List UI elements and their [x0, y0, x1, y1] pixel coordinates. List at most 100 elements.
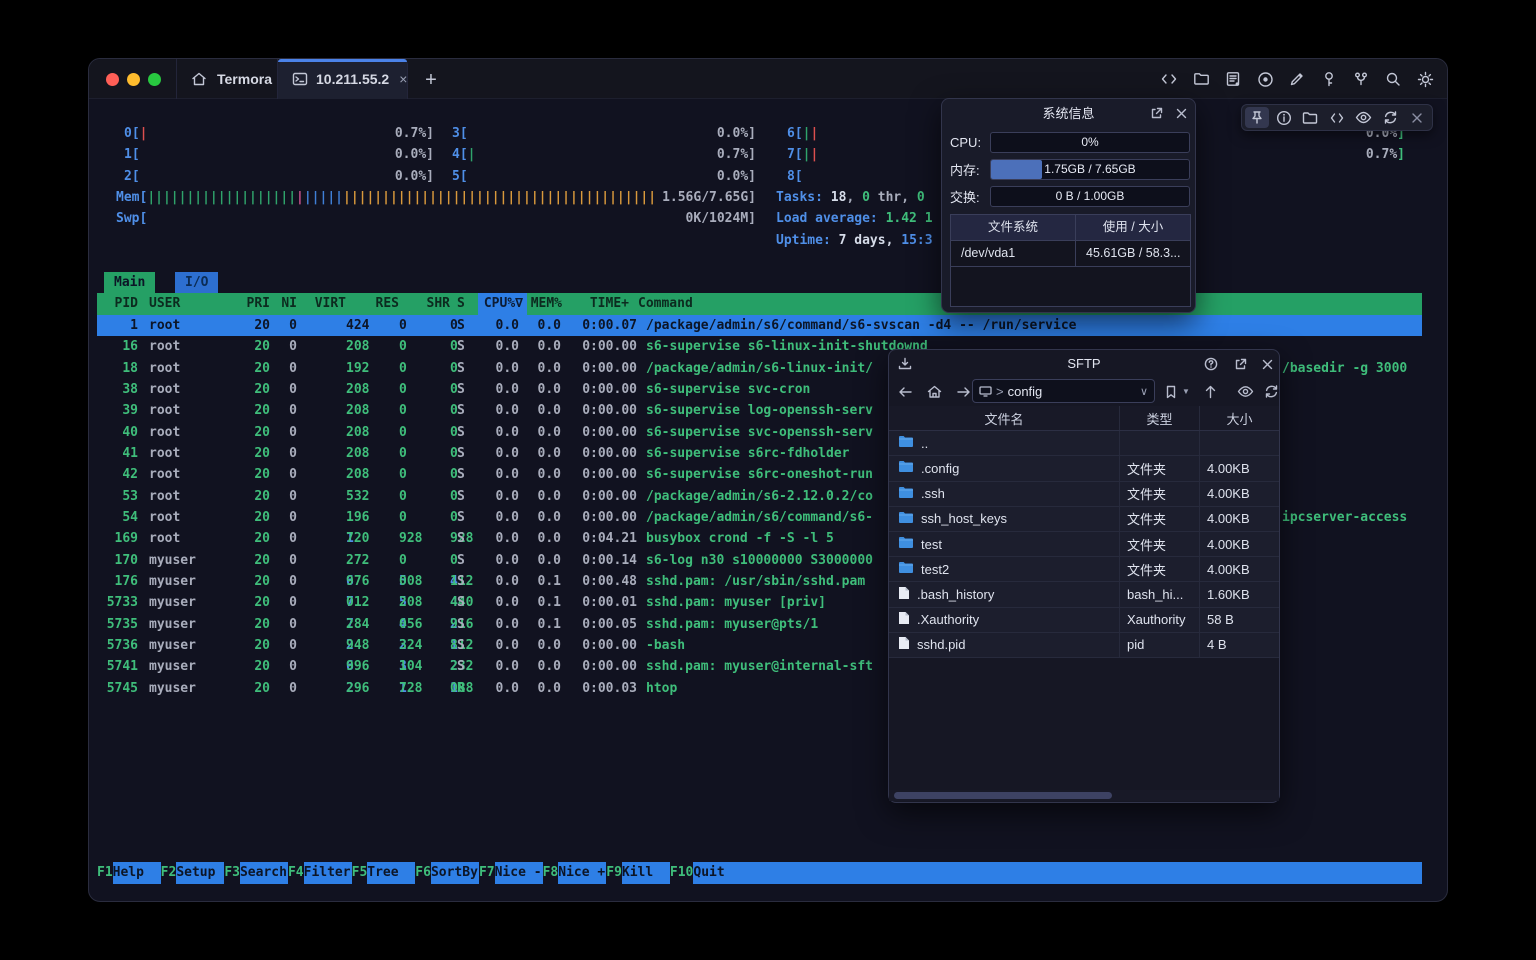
file-name: ..	[921, 436, 928, 451]
refresh-icon[interactable]	[1378, 107, 1402, 128]
fkey-F1[interactable]: F1	[97, 862, 113, 884]
file-row[interactable]: .XauthorityXauthority58 B	[889, 608, 1279, 633]
sysinfo-title: 系统信息	[1042, 103, 1094, 122]
file-row[interactable]: .ssh文件夹4.00KB	[889, 482, 1279, 507]
file-column-header[interactable]: 文件名	[889, 406, 1120, 430]
fkey-F10[interactable]: F10	[670, 862, 693, 884]
open-in-window-icon[interactable]	[1147, 104, 1165, 122]
sysinfo-mem-row: 内存: 1.75GB / 7.65GB	[950, 158, 1190, 180]
fkey-action-F7[interactable]: Nice -	[495, 862, 543, 884]
fkey-action-F9[interactable]: Kill	[622, 862, 670, 884]
column-header[interactable]: PRI	[225, 293, 270, 315]
fkey-action-F10[interactable]: Quit	[693, 862, 1422, 884]
fkey-action-F3[interactable]: Search	[240, 862, 288, 884]
upload-icon[interactable]	[1199, 382, 1221, 402]
tab-close-icon[interactable]: ×	[399, 71, 407, 87]
fkey-F2[interactable]: F2	[161, 862, 177, 884]
fkey-action-F4[interactable]: Filter	[304, 862, 352, 884]
gpu-monitor-icon[interactable]	[1352, 107, 1376, 128]
file-row[interactable]: ssh_host_keys文件夹4.00KB	[889, 507, 1279, 532]
fkey-F9[interactable]: F9	[606, 862, 622, 884]
file-name: .bash_history	[917, 587, 994, 602]
settings-icon[interactable]	[1415, 69, 1435, 89]
tab-termora[interactable]: Termora	[176, 59, 278, 99]
sftp-title: SFTP	[1067, 356, 1100, 371]
file-row[interactable]: test2文件夹4.00KB	[889, 557, 1279, 582]
folder-icon[interactable]	[1191, 69, 1211, 89]
pin-icon[interactable]	[1245, 107, 1269, 128]
cpu-label: CPU:	[950, 135, 990, 150]
fkey-action-F6[interactable]: SortBy	[431, 862, 479, 884]
log-icon[interactable]	[1223, 69, 1243, 89]
traffic-minimize-button[interactable]	[127, 73, 140, 86]
folder-icon	[898, 486, 914, 502]
help-icon[interactable]	[1202, 355, 1220, 373]
code-icon[interactable]	[1159, 69, 1179, 89]
column-header[interactable]: Command	[638, 293, 693, 315]
tab-termora-label: Termora	[217, 71, 272, 87]
column-header[interactable]: VIRT	[291, 293, 346, 315]
code-icon[interactable]	[1325, 107, 1349, 128]
htop-tab-main[interactable]: Main	[104, 272, 155, 293]
download-icon[interactable]	[896, 355, 914, 373]
path-breadcrumb[interactable]: > config ∨	[972, 379, 1155, 403]
file-icon	[898, 611, 910, 628]
tab-session[interactable]: 10.211.55.2 ×	[278, 59, 408, 99]
fkey-action-F2[interactable]: Setup	[176, 862, 224, 884]
scrollbar-thumb[interactable]	[894, 792, 1112, 799]
file-row[interactable]: .bash_historybash_hi...1.60KB	[889, 582, 1279, 607]
edit-icon[interactable]	[1287, 69, 1307, 89]
fkey-F6[interactable]: F6	[415, 862, 431, 884]
close-icon[interactable]	[1258, 355, 1276, 373]
file-size: 4.00KB	[1200, 532, 1279, 556]
column-header[interactable]: TIME+	[559, 293, 629, 315]
folder-icon[interactable]	[1298, 107, 1322, 128]
horizontal-scrollbar[interactable]	[889, 790, 1279, 801]
tasks-line: Tasks: 18, 0 thr, 0	[776, 187, 933, 208]
fkey-F5[interactable]: F5	[352, 862, 368, 884]
column-header[interactable]: MEM%	[512, 293, 562, 315]
fkey-F4[interactable]: F4	[288, 862, 304, 884]
show-hidden-icon[interactable]	[1234, 382, 1256, 402]
file-column-header[interactable]: 大小	[1200, 406, 1279, 430]
record-icon[interactable]	[1255, 69, 1275, 89]
traffic-close-button[interactable]	[106, 73, 119, 86]
bookmark-caret-icon[interactable]: ▼	[1182, 387, 1190, 396]
new-tab-button[interactable]: +	[419, 68, 443, 92]
key-icon[interactable]	[1319, 69, 1339, 89]
file-column-header[interactable]: 类型	[1120, 406, 1200, 430]
refresh-icon[interactable]	[1260, 382, 1282, 402]
close-icon[interactable]	[1405, 107, 1429, 128]
open-in-window-icon[interactable]	[1231, 355, 1249, 373]
forward-icon[interactable]	[952, 382, 974, 402]
fkey-F7[interactable]: F7	[479, 862, 495, 884]
fkey-action-F1[interactable]: Help	[113, 862, 161, 884]
process-row[interactable]: 1root20042400S0.00.00:00.07/package/admi…	[97, 315, 1422, 336]
file-row[interactable]: sshd.pidpid4 B	[889, 633, 1279, 658]
back-icon[interactable]	[894, 382, 916, 402]
keychain-icon[interactable]	[1351, 69, 1371, 89]
info-icon[interactable]	[1272, 107, 1296, 128]
file-row[interactable]: .config文件夹4.00KB	[889, 456, 1279, 481]
home-icon[interactable]	[923, 382, 945, 402]
fkey-action-F5[interactable]: Tree	[367, 862, 415, 884]
file-row[interactable]: test文件夹4.00KB	[889, 532, 1279, 557]
swap-bar: 0 B / 1.00GB	[990, 186, 1190, 207]
close-icon[interactable]	[1172, 104, 1190, 122]
column-header[interactable]: SHR	[400, 293, 450, 315]
column-header[interactable]: S	[457, 293, 465, 315]
htop-tab-io[interactable]: I/O	[175, 272, 218, 293]
column-header[interactable]: PID	[93, 293, 138, 315]
fkey-F8[interactable]: F8	[543, 862, 559, 884]
fkey-action-F8[interactable]: Nice +	[558, 862, 606, 884]
chevron-down-icon[interactable]: ∨	[1140, 385, 1148, 398]
bookmark-icon[interactable]	[1160, 382, 1182, 402]
column-header[interactable]: RES	[349, 293, 399, 315]
process-table-header[interactable]: PIDUSERPRINIVIRTRESSHRSCPU%∇MEM%TIME+Com…	[97, 293, 1422, 315]
search-icon[interactable]	[1383, 69, 1403, 89]
traffic-zoom-button[interactable]	[148, 73, 161, 86]
fkey-F3[interactable]: F3	[224, 862, 240, 884]
file-row[interactable]: ..	[889, 431, 1279, 456]
column-header[interactable]: USER	[149, 293, 180, 315]
fs-table-row[interactable]: /dev/vda145.61GB / 58.3...	[951, 241, 1190, 267]
